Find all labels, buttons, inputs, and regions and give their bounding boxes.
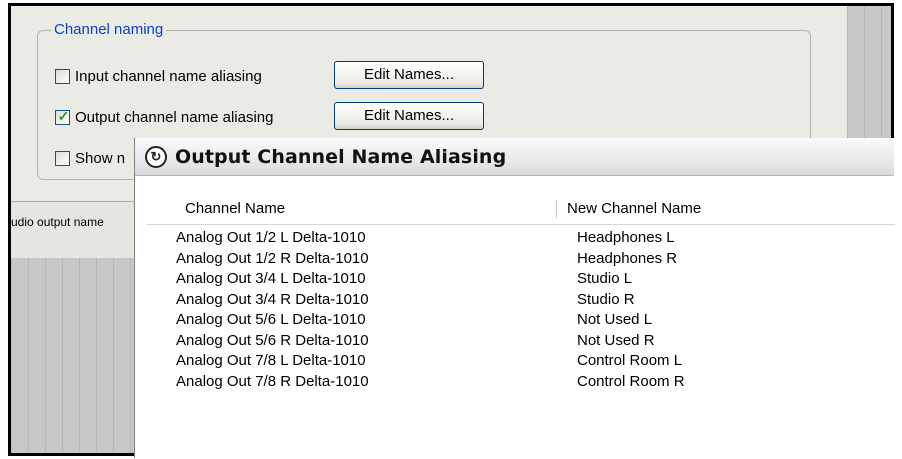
new-channel-name-cell[interactable]: Not Used L	[577, 311, 652, 328]
channel-list: Analog Out 1/2 L Delta-1010 Headphones L…	[135, 229, 894, 393]
column-header-channel-name[interactable]: Channel Name	[185, 200, 285, 217]
show-option-label: Show n	[75, 150, 126, 167]
output-aliasing-checkbox[interactable]: ✓	[55, 108, 70, 125]
table-row[interactable]: Analog Out 1/2 L Delta-1010 Headphones L	[135, 229, 894, 250]
channel-name-cell: Analog Out 5/6 L Delta-1010	[176, 311, 366, 328]
input-aliasing-label: Input channel name aliasing	[75, 68, 262, 85]
list-header: Channel Name New Channel Name	[147, 194, 895, 225]
channel-name-cell: Analog Out 7/8 R Delta-1010	[176, 372, 369, 390]
new-channel-name-cell[interactable]: Headphones L	[577, 229, 675, 246]
reaper-logo-icon[interactable]: ↻	[145, 145, 167, 168]
table-row[interactable]: Analog Out 7/8 R Delta-1010 Control Room…	[135, 373, 894, 394]
channel-name-cell: Analog Out 7/8 L Delta-1010	[176, 352, 366, 369]
new-channel-name-cell[interactable]: Control Room R	[577, 373, 685, 390]
column-divider[interactable]	[556, 200, 557, 218]
input-aliasing-checkbox[interactable]	[55, 69, 70, 84]
output-aliasing-label: Output channel name aliasing	[75, 109, 274, 126]
new-channel-name-cell[interactable]: Not Used R	[577, 332, 655, 349]
table-row[interactable]: Analog Out 5/6 L Delta-1010 Not Used L	[135, 311, 894, 332]
column-header-new-channel-name[interactable]: New Channel Name	[567, 200, 701, 217]
track-grid-area-lower	[11, 258, 143, 453]
channel-name-cell: Analog Out 5/6 R Delta-1010	[176, 331, 369, 349]
table-row[interactable]: Analog Out 3/4 L Delta-1010 Studio L	[135, 270, 894, 291]
dialog-title: Output Channel Name Aliasing	[175, 145, 507, 168]
table-row[interactable]: Analog Out 5/6 R Delta-1010 Not Used R	[135, 332, 894, 353]
output-channel-aliasing-dialog: ↻ Output Channel Name Aliasing Channel N…	[134, 138, 895, 458]
channel-name-cell: Analog Out 1/2 R Delta-1010	[176, 249, 369, 267]
new-channel-name-cell[interactable]: Control Room L	[577, 352, 682, 369]
output-aliasing-row[interactable]: ✓ Output channel name aliasing	[55, 108, 274, 126]
channel-name-cell: Analog Out 3/4 R Delta-1010	[176, 290, 369, 308]
table-row[interactable]: Analog Out 7/8 L Delta-1010 Control Room…	[135, 352, 894, 373]
new-channel-name-cell[interactable]: Studio R	[577, 291, 635, 308]
dialog-titlebar[interactable]: ↻ Output Channel Name Aliasing	[135, 138, 894, 176]
checkmark-icon: ✓	[57, 108, 70, 124]
table-row[interactable]: Analog Out 1/2 R Delta-1010 Headphones R	[135, 250, 894, 271]
show-option-row[interactable]: Show n	[55, 150, 125, 167]
table-row[interactable]: Analog Out 3/4 R Delta-1010 Studio R	[135, 291, 894, 312]
input-aliasing-row[interactable]: Input channel name aliasing	[55, 68, 262, 85]
channel-naming-title: Channel naming	[51, 21, 167, 38]
lower-panel	[11, 201, 143, 259]
new-channel-name-cell[interactable]: Headphones R	[577, 250, 677, 267]
channel-name-cell: Analog Out 1/2 L Delta-1010	[176, 229, 366, 246]
channel-name-cell: Analog Out 3/4 L Delta-1010	[176, 270, 366, 287]
new-channel-name-cell[interactable]: Studio L	[577, 270, 632, 287]
output-edit-names-button[interactable]: Edit Names...	[334, 102, 484, 130]
audio-output-name-label: udio output name	[11, 215, 104, 229]
show-option-checkbox[interactable]	[55, 151, 70, 166]
track-grid-area	[847, 6, 891, 148]
input-edit-names-button[interactable]: Edit Names...	[334, 61, 484, 89]
